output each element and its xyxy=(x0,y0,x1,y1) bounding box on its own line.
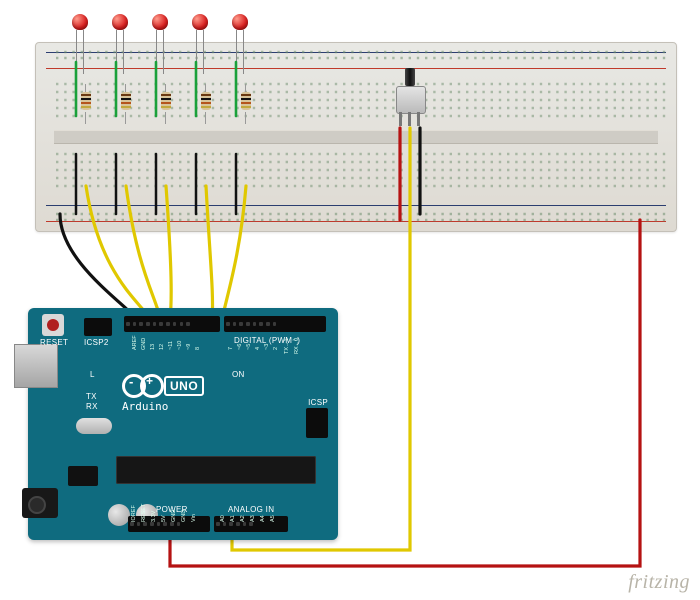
circuit-diagram: RESET ICSP2 DIGITAL (PWM~) UNO Arduino O… xyxy=(0,0,700,600)
power-jack xyxy=(22,488,58,518)
board-name: Arduino xyxy=(122,400,168,413)
led-4 xyxy=(192,14,208,34)
resistor-3 xyxy=(163,84,169,118)
icsp-header xyxy=(306,408,328,438)
resistor-1 xyxy=(83,84,89,118)
fritzing-watermark: fritzing xyxy=(628,571,690,594)
analog-section-label: ANALOG IN xyxy=(228,505,274,514)
breadboard-bottom-rail xyxy=(36,201,676,225)
led-3 xyxy=(152,14,168,34)
resistor-5 xyxy=(243,84,249,118)
capacitor-1 xyxy=(108,504,130,526)
led-5 xyxy=(232,14,248,34)
breadboard-tie-points xyxy=(54,79,658,195)
reset-button[interactable] xyxy=(42,314,64,336)
arduino-logo: UNO xyxy=(122,374,204,398)
digital-header-left xyxy=(124,316,220,332)
on-label: ON xyxy=(232,370,245,379)
icsp2-header xyxy=(84,318,112,336)
rx-label: RX xyxy=(86,402,98,411)
potentiometer xyxy=(396,68,424,126)
board-model: UNO xyxy=(164,376,204,396)
led-2 xyxy=(112,14,128,34)
digital-header-right xyxy=(224,316,326,332)
icsp2-label: ICSP2 xyxy=(84,338,109,347)
crystal-oscillator xyxy=(76,418,112,434)
tx-label: TX xyxy=(86,392,97,401)
icsp-label: ICSP xyxy=(308,398,328,407)
arduino-uno-board: RESET ICSP2 DIGITAL (PWM~) UNO Arduino O… xyxy=(28,308,338,540)
voltage-regulator xyxy=(68,466,98,486)
usb-port xyxy=(14,344,58,388)
resistor-2 xyxy=(123,84,129,118)
breadboard xyxy=(35,42,677,232)
led-1 xyxy=(72,14,88,34)
atmega-chip xyxy=(116,456,316,484)
l-label: L xyxy=(90,370,95,379)
resistor-4 xyxy=(203,84,209,118)
reset-label: RESET xyxy=(40,338,68,347)
breadboard-top-rail xyxy=(36,49,676,73)
